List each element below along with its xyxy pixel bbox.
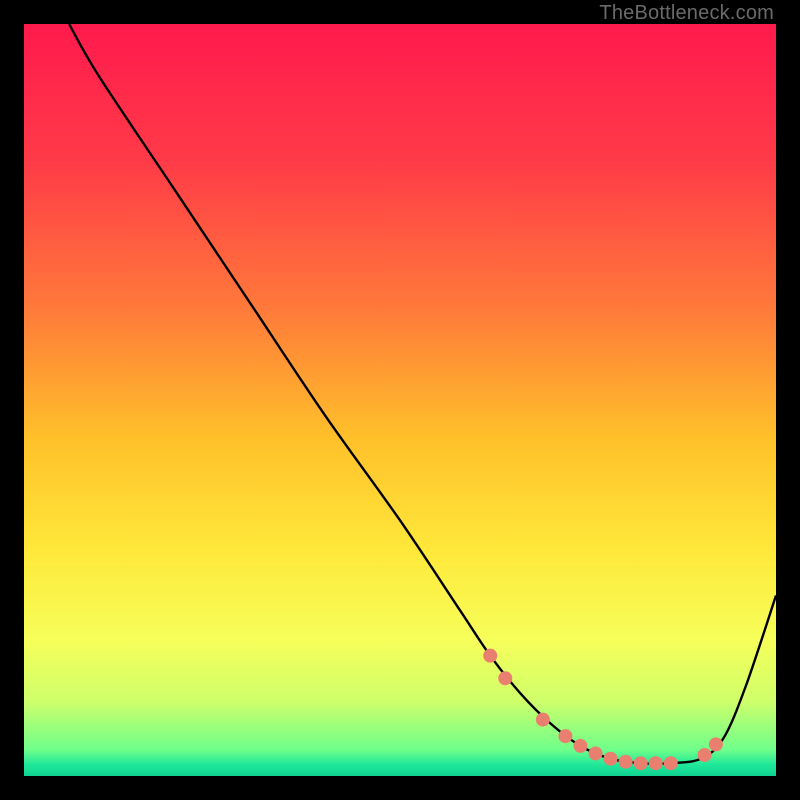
marker-dot <box>634 756 648 770</box>
marker-dot <box>664 756 678 770</box>
marker-dot <box>536 713 550 727</box>
marker-dot <box>573 739 587 753</box>
marker-dot <box>558 729 572 743</box>
marker-dot <box>649 756 663 770</box>
marker-dot <box>698 748 712 762</box>
marker-dot <box>589 746 603 760</box>
gradient-background <box>24 24 776 776</box>
marker-dot <box>619 755 633 769</box>
chart-frame <box>24 24 776 776</box>
watermark-text: TheBottleneck.com <box>599 2 774 25</box>
marker-dot <box>709 737 723 751</box>
marker-dot <box>498 671 512 685</box>
marker-dot <box>604 752 618 766</box>
marker-dot <box>483 649 497 663</box>
bottleneck-chart <box>24 24 776 776</box>
